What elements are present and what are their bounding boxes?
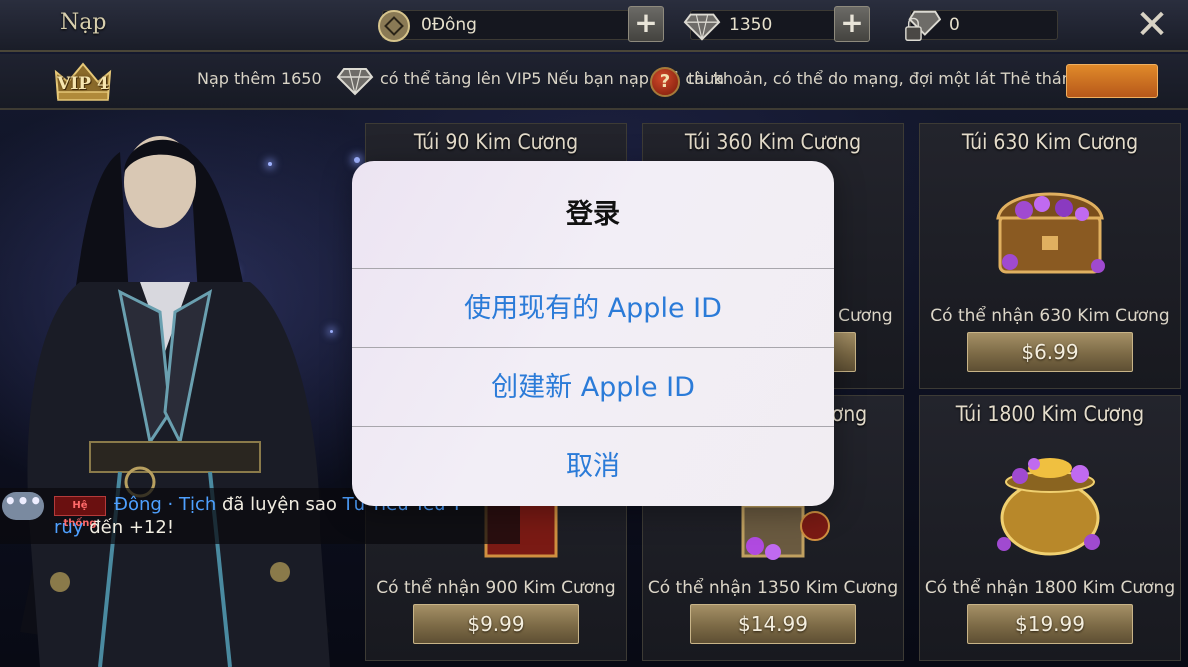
locked-diamond-counter: 0 bbox=[905, 10, 1058, 41]
chat-bubble-icon[interactable]: ••• bbox=[2, 491, 44, 520]
chat-text: đã luyện sao bbox=[222, 494, 337, 515]
treasure-chest-icon bbox=[980, 166, 1120, 286]
top-bar: Nạp 0Đông + 1350 + 0 ✕ bbox=[0, 0, 1188, 52]
buy-button[interactable]: $19.99 bbox=[967, 604, 1133, 644]
buy-button[interactable]: $9.99 bbox=[413, 604, 579, 644]
close-button[interactable]: ✕ bbox=[1132, 5, 1172, 46]
diamond-value: 1350 bbox=[729, 15, 773, 35]
card-description: Có thể nhận 1350 Kim Cương bbox=[647, 578, 899, 598]
page-title: Nạp bbox=[60, 10, 107, 35]
treasure-pot-icon bbox=[980, 438, 1120, 558]
help-icon[interactable]: ? bbox=[650, 67, 680, 97]
diamond-icon bbox=[336, 64, 374, 102]
dialog-title: 登录 bbox=[566, 199, 620, 230]
add-diamond-button[interactable]: + bbox=[834, 6, 870, 42]
buy-button[interactable]: $6.99 bbox=[967, 332, 1133, 372]
card-title: Túi 360 Kim Cương bbox=[684, 130, 862, 154]
locked-diamond-icon bbox=[903, 7, 941, 45]
chat-text: đến +12! bbox=[89, 517, 175, 538]
add-currency-button[interactable]: + bbox=[628, 6, 664, 42]
coin-icon bbox=[375, 7, 413, 45]
apple-id-login-dialog: 登录 使用现有的 Apple ID 创建新 Apple ID 取消 bbox=[352, 161, 834, 506]
buy-button[interactable]: $14.99 bbox=[690, 604, 856, 644]
currency-value: 0Đông bbox=[421, 15, 477, 35]
system-tag: Hệ thống bbox=[54, 496, 106, 529]
card-title: Túi 1800 Kim Cương bbox=[955, 402, 1145, 426]
monthly-card-button[interactable] bbox=[1066, 64, 1158, 98]
create-apple-id-button[interactable]: 创建新 Apple ID bbox=[352, 347, 834, 426]
locked-diamond-value: 0 bbox=[949, 15, 960, 35]
card-description: Có thể nhận 630 Kim Cương bbox=[930, 306, 1170, 326]
item-name-cont[interactable]: ruy bbox=[54, 517, 83, 538]
player-name[interactable]: Đông · Tịch bbox=[114, 494, 216, 515]
vip-badge[interactable]: VIP 4 bbox=[52, 60, 114, 104]
shop-card-1800[interactable]: Túi 1800 Kim Cương Có thể nhận 1800 Kim … bbox=[919, 395, 1181, 661]
notice-text-right: tài khoản, có thể do mạng, đợi một lát T… bbox=[688, 69, 1128, 88]
card-description: Có thể nhận 900 Kim Cương bbox=[376, 578, 616, 598]
shop-card-630[interactable]: Túi 630 Kim Cương Có thể nhận 630 Kim Cư… bbox=[919, 123, 1181, 389]
currency-counter: 0Đông bbox=[378, 10, 630, 42]
card-description: Có thể nhận 1800 Kim Cương bbox=[924, 578, 1176, 598]
cancel-button[interactable]: 取消 bbox=[352, 426, 834, 505]
diamond-icon bbox=[683, 7, 721, 45]
character-illustration bbox=[0, 112, 360, 667]
use-existing-apple-id-button[interactable]: 使用现有的 Apple ID bbox=[352, 268, 834, 347]
diamond-counter: 1350 bbox=[683, 10, 838, 41]
vip-level: VIP 4 bbox=[57, 74, 109, 94]
card-title: Túi 90 Kim Cương bbox=[413, 130, 579, 154]
chat-message-line: ruy đến +12! bbox=[54, 517, 174, 538]
vip-progress-text: Nạp thêm 1650 bbox=[197, 69, 322, 88]
card-title: Túi 630 Kim Cương bbox=[961, 130, 1139, 154]
